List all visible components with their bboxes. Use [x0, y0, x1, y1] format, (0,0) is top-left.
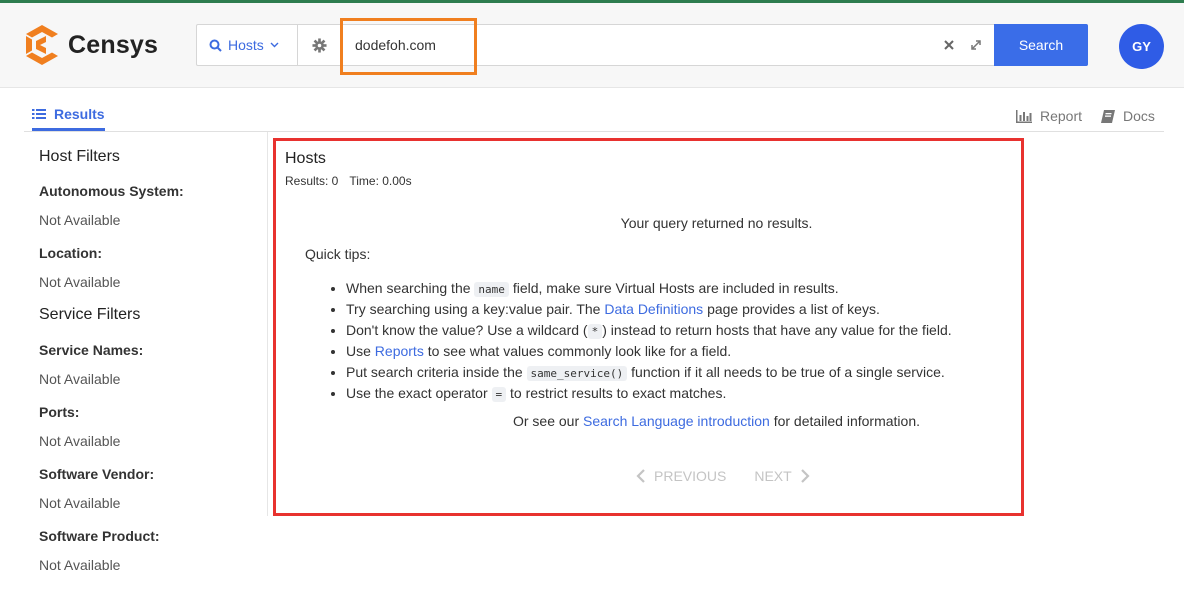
service-filters-heading: Service Filters: [39, 306, 141, 323]
search-type-dropdown[interactable]: Hosts: [197, 25, 298, 65]
logo-text: Censys: [68, 30, 159, 59]
results-panel: Hosts Results: 0 Time: 0.00s Your query r…: [273, 138, 1024, 516]
filter-label-location: Location:: [39, 245, 102, 261]
book-icon: [1101, 109, 1115, 123]
tip-code: name: [474, 282, 509, 297]
filter-value-ports: Not Available: [39, 433, 121, 449]
report-link[interactable]: Report: [1016, 108, 1082, 124]
filter-value-software-vendor: Not Available: [39, 495, 121, 511]
pagination: PREVIOUS NEXT: [636, 468, 810, 484]
tip-code: =: [491, 387, 507, 402]
tip-text: Put search criteria inside the: [346, 364, 523, 380]
filter-label-service-names: Service Names:: [39, 342, 144, 358]
close-icon: [944, 40, 954, 50]
gear-icon: [312, 37, 327, 53]
tip-text: to restrict results to exact matches.: [510, 385, 727, 401]
previous-page-button[interactable]: PREVIOUS: [636, 468, 726, 484]
filter-value-software-product: Not Available: [39, 557, 121, 573]
filter-value-autonomous-system: Not Available: [39, 212, 121, 228]
tip-text: page provides a list of keys.: [707, 301, 880, 317]
next-page-button[interactable]: NEXT: [754, 468, 810, 484]
expand-icon: [971, 40, 981, 50]
tip-text: Try searching using a key:value pair. Th…: [346, 301, 601, 317]
results-time: Time: 0.00s: [349, 174, 412, 188]
filter-value-service-names: Not Available: [39, 371, 121, 387]
list-icon: [32, 109, 46, 119]
search-settings-button[interactable]: [298, 25, 342, 65]
query-highlight-box: [340, 18, 477, 75]
tip-code: *: [587, 324, 603, 339]
tab-results-label: Results: [54, 106, 105, 122]
results-count: Results: 0: [285, 174, 339, 188]
tip-text: Use: [346, 343, 371, 359]
header: Censys Hosts dodefoh.com Search GY: [0, 3, 1184, 88]
user-avatar[interactable]: GY: [1119, 24, 1164, 69]
censys-logo-icon: [26, 25, 58, 65]
search-button[interactable]: Search: [994, 24, 1088, 66]
tip-text: When searching the: [346, 280, 471, 296]
filter-label-ports: Ports:: [39, 404, 80, 420]
clear-search-button[interactable]: [941, 37, 957, 56]
tip-item: Put search criteria inside the same_serv…: [346, 362, 952, 383]
tip-text: Don't know the value? Use a wildcard (: [346, 322, 588, 338]
tip-text: ) instead to return hosts that have any …: [602, 322, 952, 338]
tip-item: When searching the name field, make sure…: [346, 278, 952, 299]
no-results-message: Your query returned no results.: [620, 215, 813, 231]
results-tabs: Results Report Docs: [24, 100, 1164, 132]
see-our-suffix: for detailed information.: [773, 413, 921, 429]
bar-chart-icon: [1016, 109, 1032, 123]
quick-tips-heading: Quick tips:: [305, 246, 371, 262]
chevron-down-icon: [270, 42, 279, 48]
reports-link[interactable]: Reports: [375, 343, 424, 359]
docs-link[interactable]: Docs: [1101, 108, 1155, 124]
see-our-text: Or see our Search Language introduction …: [276, 413, 1027, 429]
tip-item: Try searching using a key:value pair. Th…: [346, 299, 952, 320]
censys-logo[interactable]: Censys: [24, 25, 158, 65]
tip-item: Use the exact operator = to restrict res…: [346, 383, 952, 404]
tip-item: Don't know the value? Use a wildcard (*)…: [346, 320, 952, 341]
tip-text: function if it all needs to be true of a…: [631, 364, 945, 380]
docs-label: Docs: [1123, 108, 1155, 124]
next-label: NEXT: [754, 468, 792, 484]
tab-results[interactable]: Results: [32, 100, 105, 131]
chevron-left-icon: [636, 469, 645, 483]
tip-code: same_service(): [526, 366, 628, 381]
host-filters-heading: Host Filters: [39, 148, 120, 165]
previous-label: PREVIOUS: [654, 468, 727, 484]
filter-label-software-product: Software Product:: [39, 528, 160, 544]
report-label: Report: [1040, 108, 1083, 124]
quick-tips-list: When searching the name field, make sure…: [331, 278, 952, 404]
expand-search-button[interactable]: [968, 37, 984, 56]
filter-value-location: Not Available: [39, 274, 121, 290]
tip-text: to see what values commonly look like fo…: [427, 343, 732, 359]
search-type-label: Hosts: [228, 37, 264, 53]
search-icon: [209, 39, 222, 52]
tip-item: Use Reports to see what values commonly …: [346, 341, 952, 362]
results-title: Hosts: [285, 150, 326, 167]
see-our-prefix: Or see our: [512, 413, 580, 429]
filter-label-autonomous-system: Autonomous System:: [39, 183, 184, 199]
search-language-link[interactable]: Search Language introduction: [583, 413, 770, 429]
data-definitions-link[interactable]: Data Definitions: [604, 301, 703, 317]
search-bar: Hosts dodefoh.com Search: [196, 24, 1088, 66]
chevron-right-icon: [800, 469, 810, 483]
tip-text: field, make sure Virtual Hosts are inclu…: [512, 280, 839, 296]
filter-label-software-vendor: Software Vendor:: [39, 466, 155, 482]
tip-text: Use the exact operator: [346, 385, 488, 401]
sidebar-divider: [267, 132, 268, 516]
results-meta: Results: 0 Time: 0.00s: [285, 174, 412, 188]
